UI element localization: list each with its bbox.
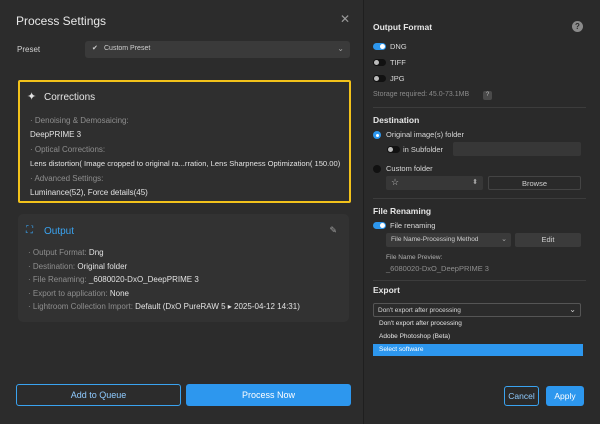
custom-folder-label: Custom folder bbox=[386, 164, 433, 173]
optical-value: Lens distortion( Image cropped to origin… bbox=[30, 159, 341, 168]
add-to-queue-button[interactable]: Add to Queue bbox=[16, 384, 181, 406]
chevron-down-icon: ⌄ bbox=[501, 236, 507, 243]
output-format-row: · Output Format: Dng bbox=[28, 248, 104, 257]
file-renaming-row: · File Renaming: _6080020-DxO_DeepPRIME … bbox=[28, 275, 199, 284]
dropdown-option-photoshop[interactable]: Adobe Photoshop (Beta) bbox=[373, 331, 583, 343]
lightroom-label: · Lightroom Collection Import: bbox=[28, 302, 133, 311]
export-app-value: None bbox=[109, 289, 129, 298]
file-name-preview-value: _6080020-DxO_DeepPRIME 3 bbox=[386, 264, 489, 273]
corrections-title: Corrections bbox=[44, 92, 96, 103]
destination-title: Destination bbox=[373, 115, 420, 125]
output-format-title: Output Format bbox=[373, 22, 433, 32]
divider bbox=[373, 280, 586, 281]
renaming-method-value: File Name-Processing Method bbox=[391, 236, 479, 243]
custom-folder-dropdown[interactable]: ☆ ⬍ bbox=[386, 176, 483, 190]
file-renaming-toggle[interactable] bbox=[373, 222, 386, 229]
destination-label: · Destination: bbox=[28, 262, 76, 271]
export-title: Export bbox=[373, 285, 400, 295]
dropdown-option-select-software[interactable]: Select software bbox=[373, 344, 583, 356]
storage-help-icon[interactable]: ? bbox=[483, 91, 492, 100]
tiff-label: TIFF bbox=[390, 58, 406, 67]
file-renaming-label: · File Renaming: bbox=[28, 275, 87, 284]
help-icon[interactable]: ? bbox=[572, 21, 583, 32]
subfolder-input[interactable] bbox=[453, 142, 581, 156]
denoising-value: DeepPRIME 3 bbox=[30, 130, 82, 139]
pencil-icon[interactable]: ✎ bbox=[329, 225, 337, 236]
export-dropdown[interactable]: Don't export after processing ⌄ bbox=[373, 303, 581, 317]
output-format-label: · Output Format: bbox=[28, 248, 87, 257]
custom-folder-radio[interactable] bbox=[373, 165, 381, 173]
edit-button[interactable]: Edit bbox=[515, 233, 581, 247]
jpg-toggle[interactable] bbox=[373, 75, 386, 82]
dng-toggle[interactable] bbox=[373, 43, 386, 50]
updown-chevron-icon: ⬍ bbox=[472, 179, 478, 186]
output-title: Output bbox=[44, 226, 75, 237]
jpg-label: JPG bbox=[390, 74, 405, 83]
destination-row: · Destination: Original folder bbox=[28, 262, 127, 271]
close-icon[interactable]: ✕ bbox=[339, 13, 351, 25]
export-app-label: · Export to application: bbox=[28, 289, 108, 298]
process-now-button[interactable]: Process Now bbox=[186, 384, 351, 406]
dialog-title: Process Settings bbox=[16, 14, 107, 28]
preset-dropdown[interactable]: ✔ Custom Preset ⌄ bbox=[85, 41, 350, 58]
lightroom-value: Default (DxO PureRAW 5 ▸ 2025-04-12 14:3… bbox=[135, 302, 300, 311]
dropdown-option-dont-export[interactable]: Don't export after processing bbox=[373, 318, 583, 330]
destination-value: Original folder bbox=[77, 262, 128, 271]
lightroom-row: · Lightroom Collection Import: Default (… bbox=[28, 302, 300, 311]
file-name-preview-label: File Name Preview: bbox=[386, 254, 443, 261]
preset-label: Preset bbox=[17, 45, 41, 54]
subfolder-label: in Subfolder bbox=[403, 145, 444, 154]
original-folder-radio[interactable] bbox=[373, 131, 381, 139]
export-selected-value: Don't export after processing bbox=[378, 307, 461, 314]
sparkle-icon: ✦ bbox=[27, 91, 37, 103]
optical-label: · Optical Corrections: bbox=[30, 145, 106, 154]
chevron-down-icon: ⌄ bbox=[337, 44, 344, 53]
dng-label: DNG bbox=[390, 42, 407, 51]
renaming-method-dropdown[interactable]: File Name-Processing Method ⌄ bbox=[386, 233, 511, 247]
process-settings-panel: Process Settings ✕ Preset ✔ Custom Prese… bbox=[0, 0, 364, 424]
export-dropdown-menu: Don't export after processing Adobe Phot… bbox=[373, 317, 583, 357]
preset-value: Custom Preset bbox=[104, 45, 151, 52]
storage-required: Storage required: 45.0-73.1MB bbox=[373, 91, 470, 98]
subfolder-toggle[interactable] bbox=[387, 146, 400, 153]
file-renaming-toggle-label: File renaming bbox=[390, 221, 436, 230]
corrections-card: ✦ Corrections · Denoising & Demosaicing:… bbox=[18, 80, 351, 203]
file-renaming-title: File Renaming bbox=[373, 206, 432, 216]
check-icon: ✔ bbox=[92, 45, 98, 52]
cancel-button[interactable]: Cancel bbox=[504, 386, 539, 406]
advanced-value: Luminance(52), Force details(45) bbox=[30, 188, 148, 197]
output-card: ⛶ Output ✎ · Output Format: Dng · Destin… bbox=[18, 214, 349, 322]
divider bbox=[373, 198, 586, 199]
chevron-down-icon: ⌄ bbox=[569, 305, 576, 314]
divider bbox=[373, 107, 586, 108]
export-app-row: · Export to application: None bbox=[28, 289, 129, 298]
output-format-value: Dng bbox=[88, 248, 104, 257]
tiff-toggle[interactable] bbox=[373, 59, 386, 66]
output-image-icon: ⛶ bbox=[26, 225, 33, 236]
original-folder-label: Original image(s) folder bbox=[386, 130, 464, 139]
file-renaming-value: _6080020-DxO_DeepPRIME 3 bbox=[88, 275, 199, 284]
denoising-label: · Denoising & Demosaicing: bbox=[30, 116, 129, 125]
apply-button[interactable]: Apply bbox=[546, 386, 584, 406]
star-icon: ☆ bbox=[391, 177, 400, 187]
advanced-label: · Advanced Settings: bbox=[30, 174, 104, 183]
browse-button[interactable]: Browse bbox=[488, 176, 581, 190]
